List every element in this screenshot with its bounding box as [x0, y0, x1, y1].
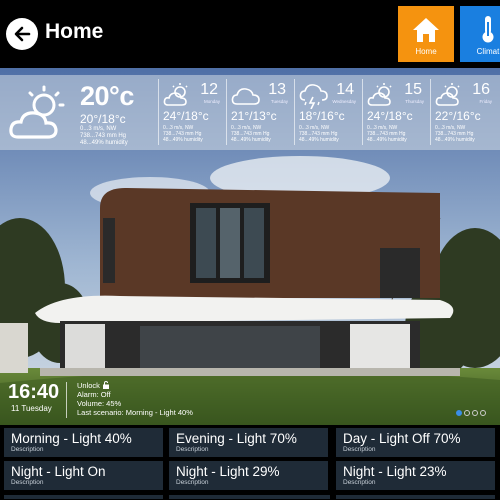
page-title: Home — [45, 20, 104, 43]
scenario-title: Night - Light 29% — [176, 464, 280, 479]
forecast-temp: 21°/13°c — [231, 109, 277, 123]
arrow-left-icon — [14, 26, 31, 42]
clock-time: 16:40 — [8, 381, 60, 403]
scenario-description: Description — [343, 446, 376, 453]
scenario-grid: Morning - Light 40% Description Evening … — [0, 425, 500, 500]
forecast-humidity: 48...49% humidity — [231, 137, 271, 143]
carousel-dot[interactable] — [464, 410, 470, 416]
scenario-button[interactable]: Evening - Light 70% Description — [169, 428, 328, 457]
header-bar: Home Home Climat — [0, 0, 500, 68]
forecast-date: 13 — [268, 81, 286, 98]
scenario-button-partial[interactable] — [4, 495, 163, 499]
current-temperature: 20°c — [80, 81, 134, 111]
thermometer-icon — [482, 16, 494, 43]
today-humidity: 48...49% humidity — [80, 140, 128, 146]
scenario-button[interactable]: Morning - Light 40% Description — [4, 428, 163, 457]
forecast-date: 16 — [472, 81, 490, 98]
forecast-humidity: 48...49% humidity — [435, 137, 475, 143]
nav-tile-home[interactable]: Home — [398, 6, 454, 62]
forecast-weekday: Tuesday — [270, 99, 288, 104]
forecast-date: 15 — [404, 81, 422, 98]
lock-status[interactable]: Unlock — [77, 380, 193, 390]
scenario-title: Night - Light On — [11, 464, 106, 479]
forecast-temp: 22°/16°c — [435, 109, 481, 123]
scenario-description: Description — [11, 479, 44, 486]
forecast-day: 16 Friday 22°/16°c 0...3 m/s, NW 738...7… — [430, 79, 496, 145]
partly-cloudy-icon — [9, 85, 65, 139]
forecast-day: 15 Thursday 24°/18°c 0...3 m/s, NW 738..… — [362, 79, 428, 145]
unlock-icon — [103, 380, 110, 389]
clock-date: 11 Tuesday — [11, 404, 52, 413]
weather-today: 20°c 20°/18°c 0...3 m/s, NW 738...743 mm… — [8, 79, 158, 147]
today-temp-range: 20°/18°c — [80, 112, 126, 126]
lock-status-label: Unlock — [77, 381, 100, 390]
scenario-button-partial[interactable] — [169, 495, 330, 499]
today-wind: 0...3 m/s, NW — [80, 126, 117, 132]
carousel-dot[interactable] — [472, 410, 478, 416]
status-divider — [66, 382, 67, 418]
forecast-weekday: Wednesday — [332, 99, 356, 104]
scenario-description: Description — [176, 446, 209, 453]
scenario-button[interactable]: Night - Light 29% Description — [169, 461, 328, 490]
carousel-dot[interactable] — [456, 410, 462, 416]
partly-cloudy-icon — [367, 83, 392, 106]
forecast-date: 12 — [200, 81, 218, 98]
carousel-indicator — [456, 410, 486, 416]
forecast-humidity: 48...49% humidity — [299, 137, 339, 143]
thunderstorm-icon — [299, 84, 328, 109]
forecast-day: 12 Monday 24°/18°c 0...3 m/s, NW 738...7… — [158, 79, 224, 145]
back-button[interactable] — [6, 18, 38, 50]
forecast-humidity: 48...49% humidity — [367, 137, 407, 143]
scenario-description: Description — [343, 479, 376, 486]
alarm-status: Alarm: Off — [77, 390, 111, 399]
house-icon — [413, 18, 439, 42]
nav-tile-label: Climat — [476, 47, 500, 56]
forecast-date: 14 — [336, 81, 354, 98]
scenario-title: Day - Light Off 70% — [343, 431, 461, 446]
scenario-title: Night - Light 23% — [343, 464, 447, 479]
forecast-weekday: Thursday — [405, 99, 424, 104]
forecast-day: 14 Wednesday 18°/16°c 0...3 m/s, NW 738.… — [294, 79, 360, 145]
scenario-description: Description — [176, 479, 209, 486]
forecast-day: 13 Tuesday 21°/13°c 0...3 m/s, NW 738...… — [226, 79, 292, 145]
forecast-weekday: Monday — [203, 99, 220, 104]
forecast-humidity: 48...49% humidity — [163, 137, 203, 143]
nav-tile-label: Home — [415, 47, 437, 56]
partly-cloudy-icon — [163, 83, 188, 106]
scenario-button[interactable]: Day - Light Off 70% Description — [336, 428, 495, 457]
nav-tile-climate[interactable]: Climat — [460, 6, 500, 62]
carousel-dot[interactable] — [480, 410, 486, 416]
cloud-icon — [231, 88, 260, 105]
today-pressure: 738...743 mm Hg — [80, 133, 127, 139]
partly-cloudy-icon — [435, 83, 460, 106]
forecast-weekday: Friday — [479, 99, 492, 104]
forecast-temp: 18°/16°c — [299, 109, 345, 123]
forecast-temp: 24°/18°c — [367, 109, 413, 123]
scenario-button[interactable]: Night - Light 23% Description — [336, 461, 495, 490]
volume-status: Volume: 45% — [77, 399, 122, 408]
scenario-title: Morning - Light 40% — [11, 431, 132, 446]
last-scenario: Last scenario: Morning - Light 40% — [77, 408, 193, 417]
scenario-button[interactable]: Night - Light On Description — [4, 461, 163, 490]
scenario-title: Evening - Light 70% — [176, 431, 297, 446]
scenario-description: Description — [11, 446, 44, 453]
status-panel: Unlock Alarm: Off Volume: 45% Last scena… — [77, 380, 193, 417]
weather-panel: 20°c 20°/18°c 0...3 m/s, NW 738...743 mm… — [0, 75, 500, 150]
scenario-button-partial[interactable] — [336, 495, 495, 499]
forecast-temp: 24°/18°c — [163, 109, 209, 123]
